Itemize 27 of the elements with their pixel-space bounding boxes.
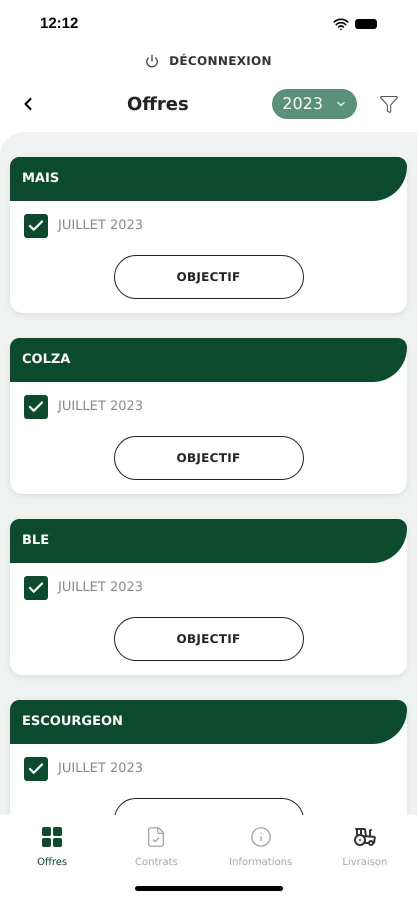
battery-icon (355, 19, 377, 29)
status-time: 12:12 (40, 14, 78, 34)
crop-name: BLE (22, 532, 50, 550)
objective-button[interactable]: OBJECTIF (114, 255, 304, 299)
period-label: JUILLET 2023 (58, 217, 144, 236)
grid-icon (42, 827, 62, 847)
page-title: Offres (127, 92, 189, 116)
checkbox[interactable] (24, 576, 48, 600)
period-label: JUILLET 2023 (58, 398, 144, 416)
year-dropdown[interactable]: 2023 (272, 89, 357, 119)
tab-bar-item[interactable]: Offres (7, 825, 98, 870)
checkbox[interactable] (24, 214, 48, 238)
tractor-icon (352, 825, 377, 849)
checkbox[interactable] (24, 395, 48, 419)
info-icon (250, 826, 272, 848)
period-label: JUILLET 2023 (58, 579, 144, 598)
period-label: JUILLET 2023 (58, 760, 144, 778)
filter-icon[interactable] (379, 94, 399, 114)
wifi-icon (333, 16, 349, 32)
crop-name: COLZA (22, 351, 70, 370)
objective-button[interactable]: OBJECTIF (114, 617, 304, 661)
objective-button[interactable]: OBJECTIF (114, 436, 304, 480)
power-icon (145, 54, 160, 68)
checkbox[interactable] (24, 757, 48, 781)
logout-button[interactable]: DÉCONNEXION (145, 52, 272, 70)
crop-name: ESCOURGEON (22, 713, 123, 732)
crop-name: MAIS (22, 170, 60, 188)
